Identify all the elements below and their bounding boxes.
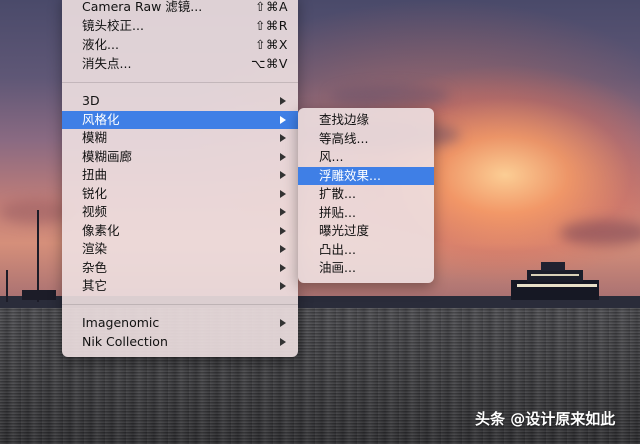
submenu-item-wind[interactable]: 风... (298, 148, 434, 167)
submenu-item-tiles[interactable]: 拼贴... (298, 204, 434, 223)
submenu-item-solarize[interactable]: 曝光过度 (298, 222, 434, 241)
submenu-arrow-icon (280, 97, 286, 105)
menu-item-label: 模糊 (82, 130, 108, 145)
menu-item-label: Camera Raw 滤镜... (82, 0, 203, 14)
menu-item-sharpen[interactable]: 锐化 (62, 185, 298, 204)
stylize-submenu: 查找边缘 等高线... 风... 浮雕效果... 扩散... 拼贴... 曝光过… (298, 108, 434, 283)
submenu-arrow-icon (280, 319, 286, 327)
submenu-item-emboss[interactable]: 浮雕效果... (298, 166, 434, 185)
menu-item-shortcut: ⇧⌘X (254, 37, 288, 52)
menu-item-label: 像素化 (82, 222, 120, 238)
submenu-item-diffuse[interactable]: 扩散... (298, 185, 434, 204)
cloud (560, 220, 640, 246)
menu-item-label: 渲染 (82, 241, 108, 256)
submenu-item-label: 查找边缘 (319, 112, 370, 127)
menu-item-pixelate[interactable]: 像素化 (62, 222, 298, 241)
submenu-item-label: 凸出... (319, 241, 356, 257)
submenu-item-label: 风... (319, 149, 344, 164)
menu-item-label: 模糊画廊 (82, 148, 133, 164)
menu-item-video[interactable]: 视频 (62, 203, 298, 222)
cloud (330, 85, 450, 107)
submenu-item-label: 等高线... (319, 130, 369, 146)
menu-item-render[interactable]: 渲染 (62, 240, 298, 259)
menu-item-noise[interactable]: 杂色 (62, 259, 298, 278)
menu-item-3d[interactable]: 3D (62, 92, 298, 111)
menu-item-liquify[interactable]: 液化... ⇧⌘X (62, 36, 298, 55)
watermark-text: 头条 @设计原来如此 (475, 410, 616, 428)
submenu-item-label: 浮雕效果... (319, 167, 381, 183)
boat-mast (37, 210, 39, 302)
submenu-item-label: 拼贴... (319, 204, 356, 220)
cloud (0, 200, 70, 224)
menu-item-label: 3D (82, 93, 100, 108)
menu-item-distort[interactable]: 扭曲 (62, 166, 298, 185)
menu-item-lens-correction[interactable]: 镜头校正... ⇧⌘R (62, 17, 298, 36)
menu-item-stylize[interactable]: 风格化 (62, 110, 298, 129)
submenu-arrow-icon (280, 263, 286, 272)
submenu-arrow-icon (280, 115, 286, 124)
menu-item-other[interactable]: 其它 (62, 277, 298, 296)
menu-item-label: 其它 (82, 278, 108, 293)
submenu-arrow-icon (280, 226, 286, 235)
submenu-arrow-icon (280, 337, 286, 346)
submenu-item-find-edges[interactable]: 查找边缘 (298, 111, 434, 130)
menu-item-shortcut: ⇧⌘R (254, 18, 288, 33)
submenu-arrow-icon (280, 208, 286, 216)
menu-item-label: 消失点... (82, 56, 132, 71)
submenu-item-oil-paint[interactable]: 油画... (298, 259, 434, 278)
menu-item-label: 扭曲 (82, 167, 108, 182)
menu-item-shortcut: ⌥⌘V (251, 56, 288, 71)
submenu-arrow-icon (280, 171, 286, 179)
ship-silhouette (511, 262, 599, 300)
submenu-arrow-icon (280, 134, 286, 142)
submenu-arrow-icon (280, 282, 286, 290)
submenu-item-trace-contour[interactable]: 等高线... (298, 130, 434, 149)
submenu-item-label: 曝光过度 (319, 223, 370, 238)
menu-separator (62, 82, 298, 83)
menu-separator (62, 304, 298, 305)
menu-item-imagenomic[interactable]: Imagenomic (62, 314, 298, 333)
menu-item-label: 锐化 (82, 185, 108, 201)
menu-item-label: Nik Collection (82, 333, 168, 349)
menu-item-vanishing-point[interactable]: 消失点... ⌥⌘V (62, 55, 298, 74)
submenu-arrow-icon (280, 245, 286, 253)
menu-item-blur-gallery[interactable]: 模糊画廊 (62, 148, 298, 167)
menu-item-camera-raw[interactable]: Camera Raw 滤镜... ⇧⌘A (62, 0, 298, 17)
boat-mast (6, 270, 8, 302)
filter-menu: Camera Raw 滤镜... ⇧⌘A 镜头校正... ⇧⌘R 液化... ⇧… (62, 0, 298, 357)
menu-item-label: 杂色 (82, 259, 108, 275)
submenu-item-label: 扩散... (319, 186, 356, 201)
menu-item-nik-collection[interactable]: Nik Collection (62, 333, 298, 352)
submenu-arrow-icon (280, 152, 286, 161)
menu-item-label: 风格化 (82, 111, 120, 127)
submenu-arrow-icon (280, 189, 286, 198)
submenu-item-label: 油画... (319, 260, 356, 275)
submenu-item-extrude[interactable]: 凸出... (298, 241, 434, 260)
menu-item-label: 液化... (82, 37, 119, 52)
boat-hull (22, 290, 56, 300)
menu-item-label: 镜头校正... (82, 18, 144, 33)
menu-item-blur[interactable]: 模糊 (62, 129, 298, 148)
menu-item-shortcut: ⇧⌘A (254, 0, 288, 14)
menu-item-label: Imagenomic (82, 315, 160, 330)
menu-item-label: 视频 (82, 204, 108, 219)
